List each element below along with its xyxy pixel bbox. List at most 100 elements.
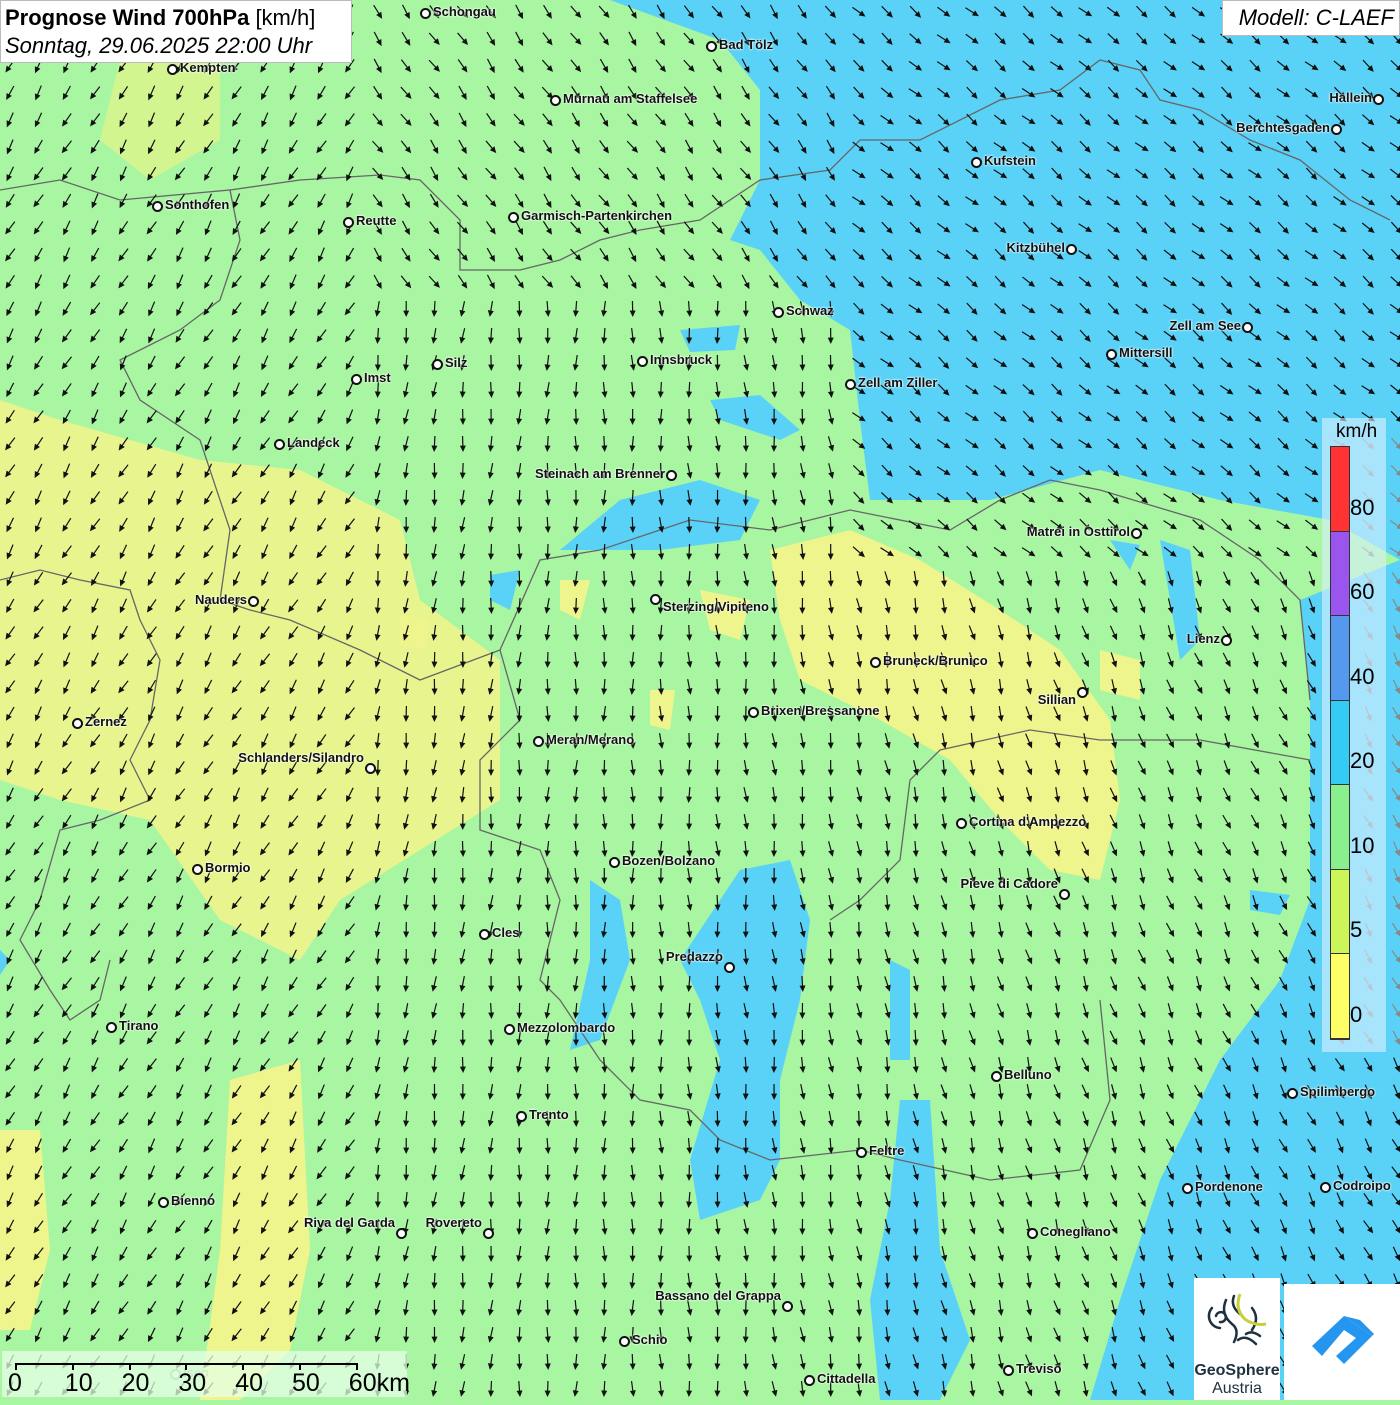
wind-arrow [576, 1138, 577, 1149]
wind-arrow [915, 1246, 916, 1257]
wind-arrow [632, 517, 633, 528]
wind-arrow [406, 1111, 407, 1122]
wind-arrow [689, 517, 690, 528]
wind-arrow [547, 760, 548, 771]
wind-arrow [632, 490, 633, 501]
wind-arrow [547, 1273, 548, 1284]
wind-arrow [717, 328, 718, 339]
wind-arrow [661, 436, 662, 447]
wind-arrow [859, 895, 860, 906]
wind-arrow [604, 571, 605, 582]
wind-arrow [774, 679, 775, 690]
wind-arrow [745, 1057, 746, 1068]
wind-arrow [802, 976, 803, 987]
wind-arrow [802, 841, 803, 852]
wind-arrow [887, 1057, 888, 1068]
wind-arrow [661, 1219, 662, 1230]
wind-arrow [519, 949, 520, 960]
wind-arrow [717, 571, 718, 582]
wind-arrow [576, 895, 577, 906]
wind-arrow [547, 517, 548, 528]
wind-arrow [519, 760, 520, 771]
wind-arrow [915, 1030, 916, 1041]
wind-arrow [463, 382, 464, 393]
wind-arrow [491, 1057, 492, 1068]
wind-arrow [661, 1273, 662, 1284]
wind-arrow [632, 841, 633, 852]
wind-arrow [434, 1273, 435, 1284]
wind-arrow [802, 625, 803, 636]
wind-arrow [830, 1138, 831, 1149]
wind-arrow [830, 787, 831, 798]
wind-arrow [604, 544, 605, 555]
wind-arrow [491, 328, 492, 339]
wind-arrow [830, 571, 831, 582]
wind-arrow [887, 1084, 888, 1095]
wind-arrow [689, 976, 690, 987]
wind-arrow [491, 382, 492, 393]
wind-arrow [717, 544, 718, 555]
wind-arrow [576, 922, 577, 933]
wind-arrow [689, 382, 690, 393]
wind-arrow [604, 436, 605, 447]
wind-arrow [717, 733, 718, 744]
wind-arrow [604, 1300, 605, 1311]
wind-arrow [661, 382, 662, 393]
wind-arrow [463, 679, 464, 690]
wind-arrow [604, 1273, 605, 1284]
wind-arrow [378, 598, 379, 609]
wind-arrow [689, 625, 690, 636]
wind-arrow [915, 598, 916, 609]
wind-arrow [491, 598, 492, 609]
wind-arrow [915, 814, 916, 825]
wind-arrow [519, 1219, 520, 1230]
wind-arrow [576, 382, 577, 393]
wind-arrow [519, 733, 520, 744]
wind-arrow [434, 436, 435, 447]
wind-arrow [858, 679, 859, 690]
wind-arrow [746, 679, 747, 690]
wind-arrow [632, 814, 633, 825]
wind-arrow [378, 1165, 379, 1176]
wind-arrow [519, 544, 520, 555]
wind-arrow [660, 976, 661, 987]
wind-arrow [915, 625, 916, 636]
wind-arrow [887, 1300, 888, 1311]
wind-arrow [519, 976, 520, 987]
wind-arrow [378, 544, 379, 555]
wind-arrow [491, 1165, 492, 1176]
wind-arrow [830, 517, 831, 528]
wind-arrow [887, 679, 888, 690]
wind-arrow [434, 301, 435, 312]
wind-arrow [717, 301, 718, 312]
wind-arrow [406, 1327, 407, 1338]
wind-arrow [632, 598, 633, 609]
wind-arrow [519, 1327, 520, 1338]
wind-arrow [378, 328, 379, 339]
wind-arrow [717, 517, 718, 528]
wind-arrow [519, 490, 520, 501]
wind-arrow [519, 382, 520, 393]
wind-arrow [576, 1219, 577, 1230]
wind-arrow [660, 679, 661, 690]
wind-arrow [717, 895, 718, 906]
wind-arrow [548, 436, 549, 447]
wind-arrow [491, 841, 492, 852]
wind-arrow [746, 895, 747, 906]
wind-arrow [689, 760, 690, 771]
wind-arrow [887, 1273, 888, 1284]
wind-arrow [519, 517, 520, 528]
wind-arrow [774, 598, 775, 609]
wind-arrow [491, 1003, 492, 1014]
wind-arrow [745, 733, 746, 744]
wind-arrow [746, 1111, 747, 1122]
wind-arrow [434, 1138, 435, 1149]
wind-arrow [406, 490, 407, 501]
wind-arrow [717, 787, 718, 798]
wind-arrow [689, 1219, 690, 1230]
wind-arrow [858, 733, 859, 744]
wind-arrow [547, 679, 548, 690]
wind-arrow [406, 760, 407, 771]
wind-arrow [576, 625, 577, 636]
wind-arrow [576, 301, 577, 312]
